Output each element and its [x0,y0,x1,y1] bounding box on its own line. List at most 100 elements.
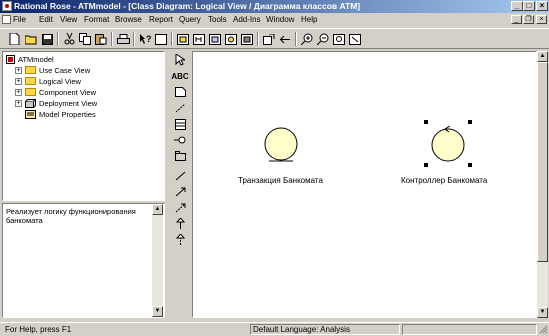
menu-browse[interactable]: Browse [115,15,142,25]
diagram-vertical-scrollbar[interactable]: ▲ ▼ [537,51,548,318]
package-icon[interactable] [173,149,187,163]
doc-scrollbar[interactable]: ▲ ▼ [152,204,163,317]
mdi-close-button[interactable]: × [536,15,547,24]
properties-icon [25,110,36,119]
model-icon [6,55,15,64]
class-node-controller[interactable] [421,118,475,168]
selection-icon[interactable] [173,53,187,67]
documentation-pane[interactable]: Реализует логику функционирования банком… [2,203,165,318]
standard-toolbar: ? [0,28,549,49]
menu-tools[interactable]: Tools [208,15,227,25]
deployment-icon [25,99,37,108]
scroll-up-button[interactable]: ▲ [152,204,163,215]
menu-format[interactable]: Format [84,15,109,25]
folder-icon [25,66,36,74]
tree-item-label: Deployment View [39,99,98,108]
cut-icon[interactable] [62,32,76,46]
toolbar-separator [133,32,135,46]
status-help: For Help, press F1 [5,325,72,334]
menu-view[interactable]: View [60,15,77,25]
expand-icon[interactable]: + [15,89,22,96]
menu-query[interactable]: Query [179,15,201,25]
menu-help[interactable]: Help [301,15,317,25]
text-icon[interactable]: ABC [171,69,188,83]
interface-icon[interactable] [173,133,187,147]
browse-class-icon[interactable] [176,32,190,46]
scroll-thumb[interactable] [537,62,548,262]
expand-icon[interactable]: + [15,67,22,74]
context-help-icon[interactable]: ? [138,32,152,46]
new-icon[interactable] [7,32,21,46]
documentation-text: Реализует логику функционирования банком… [6,207,136,225]
menu-add-ins[interactable]: Add-Ins [233,15,261,25]
generalization-icon[interactable] [173,217,187,231]
paste-icon[interactable] [94,32,108,46]
minimize-button[interactable]: _ [511,1,523,11]
menu-bar: File Edit View Format Browse Report Quer… [0,13,549,27]
folder-icon [25,77,36,85]
class-name: Транзакция Банкомата [238,176,323,185]
status-empty-cell [402,324,537,335]
browse-component-icon[interactable] [208,32,222,46]
browse-previous-icon[interactable] [278,32,292,46]
undo-fit-icon[interactable] [348,32,362,46]
folder-icon [25,88,36,96]
svg-text:?: ? [146,34,152,44]
model-browser[interactable]: ATMmodel + Use Case View + Logical View … [2,51,165,201]
class-node-transaction[interactable] [263,124,299,164]
close-button[interactable]: × [536,1,548,11]
toolbar-separator [257,32,259,46]
window-title: Rational Rose - ATMmodel - [Class Diagra… [14,1,361,11]
view-doc-icon[interactable] [154,32,168,46]
browse-parent-icon[interactable] [262,32,276,46]
anchor-icon[interactable] [173,101,187,115]
class-name: Контроллер Банкомата [401,176,488,185]
browse-interaction-icon[interactable] [192,32,206,46]
title-bar: Rational Rose - ATMmodel - [Class Diagra… [0,0,549,13]
expand-icon[interactable]: + [15,78,22,85]
print-icon[interactable] [116,32,130,46]
menu-edit[interactable]: Edit [39,15,53,25]
status-bar: For Help, press F1 Default Language: Ana… [0,322,549,336]
document-menu-icon[interactable] [2,15,11,24]
realize-icon[interactable] [173,233,187,247]
menu-file[interactable]: File [13,15,26,25]
scroll-up-button[interactable]: ▲ [537,51,548,62]
toolbar-separator [295,32,297,46]
copy-icon[interactable] [78,32,92,46]
save-icon[interactable] [40,32,54,46]
toolbar-separator [57,32,59,46]
class-diagram-canvas[interactable]: Транзакция Банкомата Контроллер Банкомат… [192,51,537,318]
tree-item-label: Logical View [39,77,81,86]
mdi-restore-button[interactable]: ❐ [523,15,534,24]
scroll-down-button[interactable]: ▼ [537,307,548,318]
control-class-icon [424,120,472,167]
scroll-down-button[interactable]: ▼ [152,306,163,317]
zoom-in-icon[interactable] [300,32,314,46]
maximize-button[interactable]: □ [523,1,535,11]
expand-icon[interactable]: + [15,100,22,107]
dependency-icon[interactable] [173,201,187,215]
open-icon[interactable] [24,32,38,46]
class-icon[interactable] [173,117,187,131]
mdi-minimize-button[interactable]: _ [511,15,522,24]
zoom-out-icon[interactable] [316,32,330,46]
browse-deployment-icon[interactable] [240,32,254,46]
resize-grip-icon[interactable] [539,325,548,334]
rose-app-icon[interactable] [2,1,12,11]
tree-root-label: ATMmodel [18,55,54,64]
tree-item-label: Component View [39,88,96,97]
note-icon[interactable] [173,85,187,99]
tree-item-label: Model Properties [39,110,96,119]
entity-class-icon [264,127,298,162]
association-icon[interactable] [173,169,187,183]
menu-window[interactable]: Window [266,15,294,25]
fit-window-icon[interactable] [332,32,346,46]
menu-report[interactable]: Report [149,15,173,25]
toolbar-separator [171,32,173,46]
unidirectional-icon[interactable] [173,185,187,199]
browse-statechart-icon[interactable] [224,32,238,46]
tree-item-label: Use Case View [39,66,91,75]
diagram-toolbox: ABC [171,51,189,318]
toolbar-separator [111,32,113,46]
